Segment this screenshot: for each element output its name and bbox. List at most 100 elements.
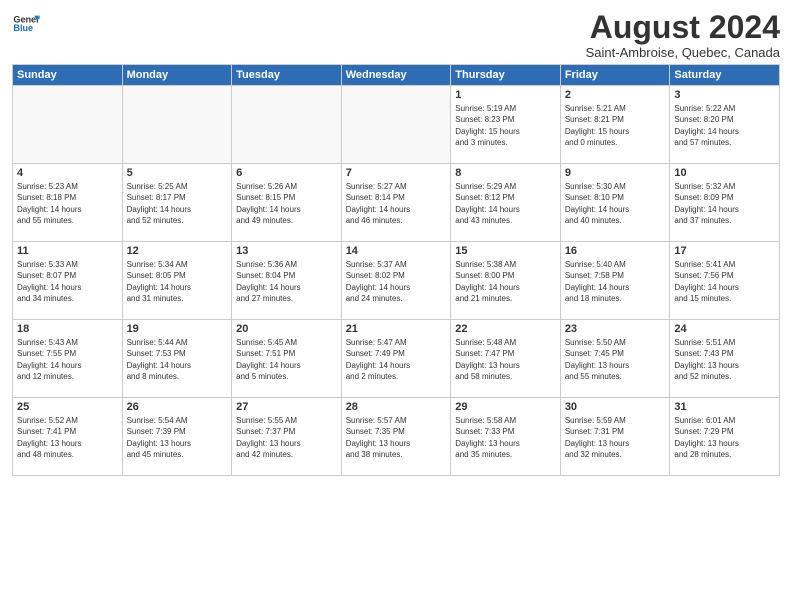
calendar-cell-4-1: 26Sunrise: 5:54 AM Sunset: 7:39 PM Dayli…	[122, 398, 232, 476]
calendar-cell-0-1	[122, 86, 232, 164]
page-container: General Blue August 2024 Saint-Ambroise,…	[0, 0, 792, 486]
day-info: Sunrise: 6:01 AM Sunset: 7:29 PM Dayligh…	[674, 415, 775, 460]
day-info: Sunrise: 5:54 AM Sunset: 7:39 PM Dayligh…	[127, 415, 228, 460]
logo: General Blue	[12, 10, 40, 38]
day-info: Sunrise: 5:51 AM Sunset: 7:43 PM Dayligh…	[674, 337, 775, 382]
day-number: 30	[565, 401, 666, 413]
calendar-cell-4-3: 28 Sunrise: 5:57 AM Sunset: 7:35 PM Dayli…	[341, 398, 451, 476]
day-number: 18	[17, 323, 118, 335]
day-number: 4	[17, 167, 118, 179]
calendar-cell-1-3: 7Sunrise: 5:27 AM Sunset: 8:14 PM Daylig…	[341, 164, 451, 242]
day-number: 7	[346, 167, 447, 179]
title-section: August 2024 Saint-Ambroise, Quebec, Cana…	[586, 10, 780, 60]
day-number: 19	[127, 323, 228, 335]
week-row-4: 18 Sunrise: 5:43 AM Sunset: 7:55 PM Dayli…	[13, 320, 780, 398]
day-info: Sunrise: 5:40 AM Sunset: 7:58 PM Dayligh…	[565, 259, 666, 304]
day-info: Sunrise: 5:47 AM Sunset: 7:49 PM Dayligh…	[346, 337, 447, 382]
header-wednesday: Wednesday	[341, 65, 451, 86]
header: General Blue August 2024 Saint-Ambroise,…	[12, 10, 780, 60]
calendar-cell-2-5: 16Sunrise: 5:40 AM Sunset: 7:58 PM Dayli…	[560, 242, 670, 320]
day-number: 27	[236, 401, 337, 413]
calendar-cell-3-0: 18 Sunrise: 5:43 AM Sunset: 7:55 PM Dayli…	[13, 320, 123, 398]
day-number: 20	[236, 323, 337, 335]
calendar-cell-4-6: 31 Sunrise: 6:01 AM Sunset: 7:29 PM Dayli…	[670, 398, 780, 476]
calendar-cell-2-3: 14 Sunrise: 5:37 AM Sunset: 8:02 PM Dayli…	[341, 242, 451, 320]
day-info: Sunrise: 5:33 AM Sunset: 8:07 PM Dayligh…	[17, 259, 118, 304]
header-friday: Friday	[560, 65, 670, 86]
calendar-cell-2-1: 12Sunrise: 5:34 AM Sunset: 8:05 PM Dayli…	[122, 242, 232, 320]
day-number: 24	[674, 323, 775, 335]
day-number: 10	[674, 167, 775, 179]
day-number: 5	[127, 167, 228, 179]
day-number: 12	[127, 245, 228, 257]
calendar-cell-3-2: 20 Sunrise: 5:45 AM Sunset: 7:51 PM Dayli…	[232, 320, 342, 398]
day-info: Sunrise: 5:38 AM Sunset: 8:00 PM Dayligh…	[455, 259, 556, 304]
day-number: 3	[674, 89, 775, 101]
calendar-cell-1-5: 9 Sunrise: 5:30 AM Sunset: 8:10 PM Daylig…	[560, 164, 670, 242]
day-info: Sunrise: 5:41 AM Sunset: 7:56 PM Dayligh…	[674, 259, 775, 304]
calendar-cell-3-1: 19 Sunrise: 5:44 AM Sunset: 7:53 PM Dayli…	[122, 320, 232, 398]
calendar-cell-3-4: 22 Sunrise: 5:48 AM Sunset: 7:47 PM Dayli…	[451, 320, 561, 398]
week-row-3: 11Sunrise: 5:33 AM Sunset: 8:07 PM Dayli…	[13, 242, 780, 320]
day-info: Sunrise: 5:57 AM Sunset: 7:35 PM Dayligh…	[346, 415, 447, 460]
header-sunday: Sunday	[13, 65, 123, 86]
subtitle: Saint-Ambroise, Quebec, Canada	[586, 45, 780, 60]
calendar-cell-2-0: 11Sunrise: 5:33 AM Sunset: 8:07 PM Dayli…	[13, 242, 123, 320]
day-number: 28	[346, 401, 447, 413]
day-number: 8	[455, 167, 556, 179]
logo-icon: General Blue	[12, 10, 40, 38]
week-row-2: 4Sunrise: 5:23 AM Sunset: 8:18 PM Daylig…	[13, 164, 780, 242]
day-info: Sunrise: 5:44 AM Sunset: 7:53 PM Dayligh…	[127, 337, 228, 382]
calendar-cell-4-5: 30Sunrise: 5:59 AM Sunset: 7:31 PM Dayli…	[560, 398, 670, 476]
day-info: Sunrise: 5:36 AM Sunset: 8:04 PM Dayligh…	[236, 259, 337, 304]
day-number: 17	[674, 245, 775, 257]
day-info: Sunrise: 5:29 AM Sunset: 8:12 PM Dayligh…	[455, 181, 556, 226]
calendar-cell-2-4: 15 Sunrise: 5:38 AM Sunset: 8:00 PM Dayli…	[451, 242, 561, 320]
day-number: 29	[455, 401, 556, 413]
day-number: 2	[565, 89, 666, 101]
calendar-cell-2-6: 17 Sunrise: 5:41 AM Sunset: 7:56 PM Dayli…	[670, 242, 780, 320]
day-info: Sunrise: 5:21 AM Sunset: 8:21 PM Dayligh…	[565, 103, 666, 148]
day-number: 23	[565, 323, 666, 335]
day-number: 13	[236, 245, 337, 257]
day-number: 1	[455, 89, 556, 101]
calendar-cell-3-6: 24 Sunrise: 5:51 AM Sunset: 7:43 PM Dayli…	[670, 320, 780, 398]
calendar-cell-1-0: 4Sunrise: 5:23 AM Sunset: 8:18 PM Daylig…	[13, 164, 123, 242]
calendar-cell-3-5: 23Sunrise: 5:50 AM Sunset: 7:45 PM Dayli…	[560, 320, 670, 398]
day-number: 31	[674, 401, 775, 413]
day-number: 14	[346, 245, 447, 257]
svg-text:Blue: Blue	[13, 23, 33, 33]
day-number: 22	[455, 323, 556, 335]
week-row-5: 25Sunrise: 5:52 AM Sunset: 7:41 PM Dayli…	[13, 398, 780, 476]
day-number: 21	[346, 323, 447, 335]
day-info: Sunrise: 5:30 AM Sunset: 8:10 PM Dayligh…	[565, 181, 666, 226]
calendar-cell-3-3: 21 Sunrise: 5:47 AM Sunset: 7:49 PM Dayli…	[341, 320, 451, 398]
day-info: Sunrise: 5:32 AM Sunset: 8:09 PM Dayligh…	[674, 181, 775, 226]
calendar-cell-0-3	[341, 86, 451, 164]
calendar-cell-0-0	[13, 86, 123, 164]
day-info: Sunrise: 5:58 AM Sunset: 7:33 PM Dayligh…	[455, 415, 556, 460]
day-info: Sunrise: 5:43 AM Sunset: 7:55 PM Dayligh…	[17, 337, 118, 382]
day-number: 9	[565, 167, 666, 179]
calendar-cell-4-2: 27 Sunrise: 5:55 AM Sunset: 7:37 PM Dayli…	[232, 398, 342, 476]
day-number: 15	[455, 245, 556, 257]
day-info: Sunrise: 5:19 AM Sunset: 8:23 PM Dayligh…	[455, 103, 556, 148]
day-number: 25	[17, 401, 118, 413]
day-info: Sunrise: 5:26 AM Sunset: 8:15 PM Dayligh…	[236, 181, 337, 226]
calendar-cell-1-1: 5 Sunrise: 5:25 AM Sunset: 8:17 PM Daylig…	[122, 164, 232, 242]
calendar-cell-0-2	[232, 86, 342, 164]
day-info: Sunrise: 5:25 AM Sunset: 8:17 PM Dayligh…	[127, 181, 228, 226]
header-saturday: Saturday	[670, 65, 780, 86]
day-info: Sunrise: 5:55 AM Sunset: 7:37 PM Dayligh…	[236, 415, 337, 460]
calendar-cell-4-4: 29 Sunrise: 5:58 AM Sunset: 7:33 PM Dayli…	[451, 398, 561, 476]
header-tuesday: Tuesday	[232, 65, 342, 86]
calendar-cell-1-2: 6Sunrise: 5:26 AM Sunset: 8:15 PM Daylig…	[232, 164, 342, 242]
header-thursday: Thursday	[451, 65, 561, 86]
day-info: Sunrise: 5:37 AM Sunset: 8:02 PM Dayligh…	[346, 259, 447, 304]
day-info: Sunrise: 5:22 AM Sunset: 8:20 PM Dayligh…	[674, 103, 775, 148]
day-info: Sunrise: 5:48 AM Sunset: 7:47 PM Dayligh…	[455, 337, 556, 382]
calendar-cell-2-2: 13 Sunrise: 5:36 AM Sunset: 8:04 PM Dayli…	[232, 242, 342, 320]
calendar-cell-1-4: 8 Sunrise: 5:29 AM Sunset: 8:12 PM Daylig…	[451, 164, 561, 242]
day-info: Sunrise: 5:45 AM Sunset: 7:51 PM Dayligh…	[236, 337, 337, 382]
calendar-cell-0-5: 2 Sunrise: 5:21 AM Sunset: 8:21 PM Daylig…	[560, 86, 670, 164]
